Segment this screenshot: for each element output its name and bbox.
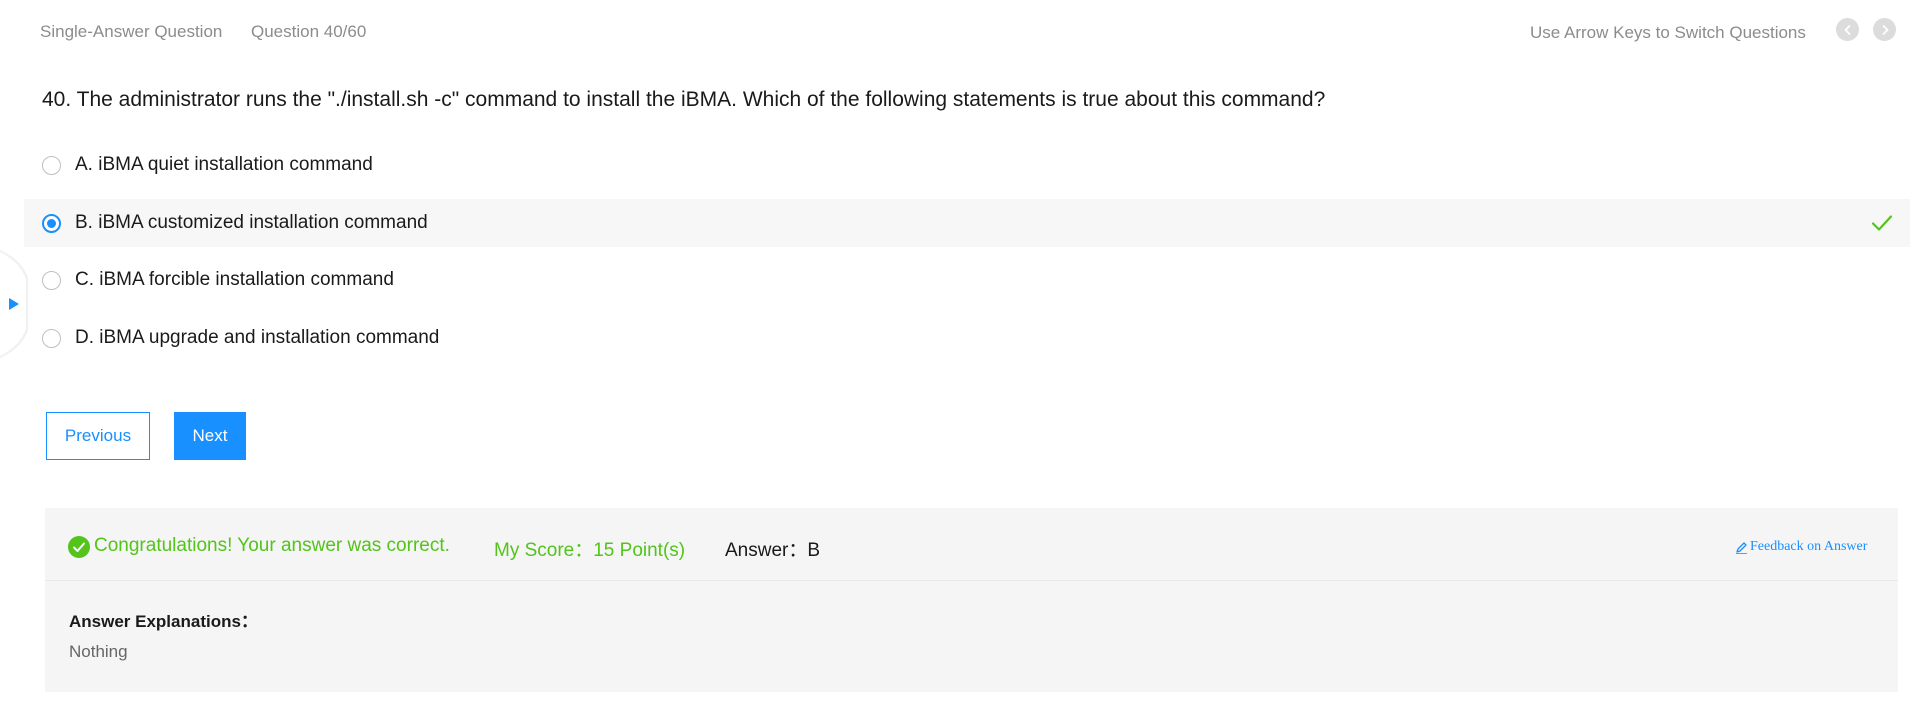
checkmark-icon — [1871, 215, 1893, 231]
option-label: C. iBMA forcible installation command — [75, 269, 394, 290]
chevron-left-icon — [1844, 24, 1850, 35]
next-question-button[interactable] — [1873, 18, 1896, 41]
quiz-page: Single-Answer Question Question 40/60 Us… — [0, 0, 1919, 706]
option-a[interactable]: A. iBMA quiet installation command — [24, 141, 1910, 189]
triangle-right-icon — [9, 298, 19, 310]
option-d[interactable]: D. iBMA upgrade and installation command — [24, 314, 1910, 362]
correct-message: Congratulations! Your answer was correct… — [94, 535, 450, 556]
radio-button[interactable] — [42, 329, 61, 348]
option-label: A. iBMA quiet installation command — [75, 154, 373, 175]
keyboard-nav-hint: Use Arrow Keys to Switch Questions — [1530, 23, 1806, 42]
previous-button[interactable]: Previous — [46, 412, 150, 460]
radio-button[interactable] — [42, 271, 61, 290]
answer-text: Answer：B — [725, 540, 821, 561]
previous-question-button[interactable] — [1836, 18, 1859, 41]
score-text: My Score：15 Point(s) — [494, 540, 686, 561]
option-label: D. iBMA upgrade and installation command — [75, 327, 440, 348]
check-circle-icon — [68, 536, 90, 558]
option-c[interactable]: C. iBMA forcible installation command — [24, 256, 1910, 304]
result-summary: Congratulations! Your answer was correct… — [45, 508, 1898, 581]
question-text: 40. The administrator runs the "./instal… — [42, 88, 1326, 111]
explanation-text: Nothing — [69, 642, 128, 661]
feedback-link[interactable]: Feedback on Answer — [1735, 539, 1867, 555]
feedback-label[interactable]: Feedback on Answer — [1750, 539, 1867, 555]
result-panel: Congratulations! Your answer was correct… — [45, 508, 1898, 692]
option-b[interactable]: B. iBMA customized installation command — [24, 199, 1910, 247]
chevron-right-icon — [1882, 24, 1888, 35]
question-type-label: Single-Answer Question — [40, 22, 223, 41]
explanation-title: Answer Explanations： — [69, 612, 258, 631]
next-button[interactable]: Next — [174, 412, 246, 460]
option-label: B. iBMA customized installation command — [75, 212, 428, 233]
radio-button-checked[interactable] — [42, 214, 61, 233]
edit-icon — [1736, 541, 1747, 554]
side-panel-toggle[interactable] — [0, 250, 28, 358]
question-counter: Question 40/60 — [251, 22, 367, 41]
question-header: Single-Answer Question Question 40/60 Us… — [0, 0, 1919, 64]
radio-button[interactable] — [42, 156, 61, 175]
